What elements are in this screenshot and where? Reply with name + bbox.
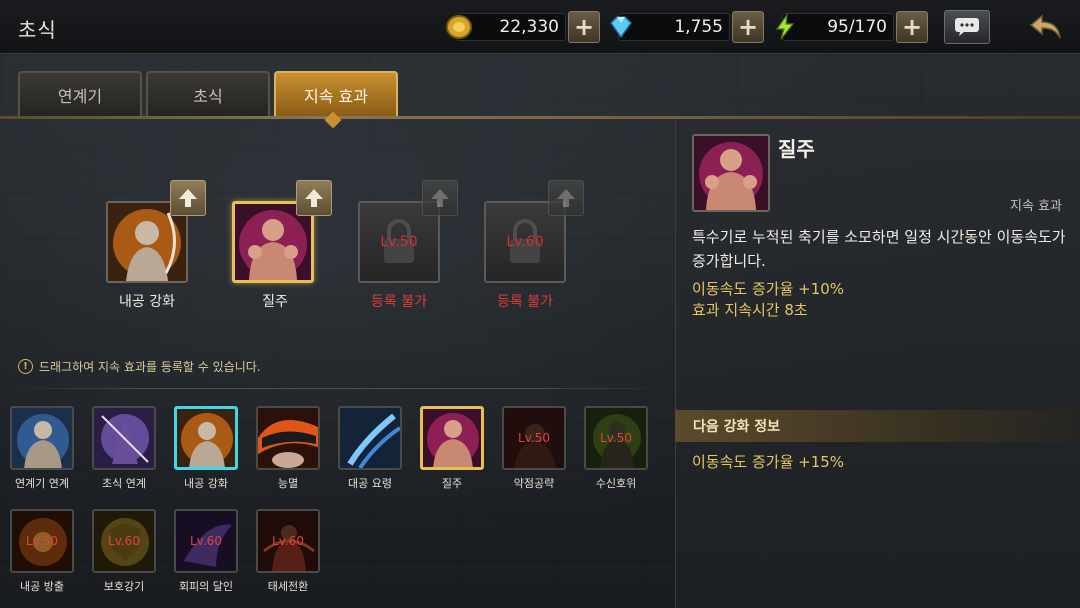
- blue-warrior-icon: [12, 408, 72, 468]
- gem-currency: 1,755 +: [610, 11, 764, 43]
- equipped-slot-2-label: 질주: [262, 294, 288, 310]
- top-bar: 초식 22,330 + 1,755 + 95/170 +: [0, 0, 1080, 54]
- detail-stat-duration: 효과 지속시간 8초: [692, 301, 808, 319]
- detail-skill-icon: [692, 134, 770, 212]
- tab-skills[interactable]: 초식: [146, 71, 270, 117]
- skill-inner-power[interactable]: [174, 406, 238, 470]
- add-stamina-button[interactable]: +: [896, 11, 928, 43]
- page-title: 초식: [18, 18, 57, 42]
- add-gem-button[interactable]: +: [732, 11, 764, 43]
- arrow-up-icon: [556, 187, 576, 209]
- stamina-currency: 95/170 +: [775, 11, 928, 43]
- back-button[interactable]: [1024, 10, 1068, 44]
- gold-currency: 22,330 +: [446, 11, 600, 43]
- chat-button[interactable]: [944, 10, 990, 44]
- skill-contempt[interactable]: [256, 406, 320, 470]
- purple-strike-icon: [94, 408, 154, 468]
- gold-coin-icon: [444, 12, 474, 42]
- skill-stance-switch-level: Lv.60: [272, 534, 304, 548]
- upgrade-slot-3-button: [422, 180, 458, 216]
- skill-power-release-level: Lv.50: [26, 534, 58, 548]
- skill-protective-aura-level: Lv.60: [108, 534, 140, 548]
- skill-power-release[interactable]: Lv.50: [10, 509, 74, 573]
- upgrade-slot-1-button[interactable]: [170, 180, 206, 216]
- chat-bubble-icon: [954, 17, 980, 37]
- skill-contempt-label: 능멸: [277, 477, 299, 490]
- skill-stance-switch-label: 태세전환: [267, 580, 309, 593]
- skill-sprint[interactable]: [420, 406, 484, 470]
- skill-stance-switch[interactable]: Lv.60: [256, 509, 320, 573]
- skill-evasion-master-level: Lv.60: [190, 534, 222, 548]
- next-upgrade-header: 다음 강화 정보: [675, 410, 1080, 442]
- arrow-up-icon: [178, 187, 198, 209]
- drag-hint: ! 드래그하여 지속 효과를 등록할 수 있습니다.: [18, 358, 261, 375]
- equipped-slot-1-label: 내공 강화: [119, 294, 175, 310]
- lightning-icon: [770, 12, 800, 42]
- detail-stat-speed: 이동속도 증가율 +10%: [692, 280, 845, 298]
- next-upgrade-stat: 이동속도 증가율 +15%: [692, 453, 845, 471]
- skill-evasion-master-label: 회피의 달인: [178, 580, 234, 593]
- detail-skill-type: 지속 효과: [1010, 199, 1062, 214]
- skill-guardian[interactable]: Lv.50: [584, 406, 648, 470]
- skill-guardian-level: Lv.50: [600, 431, 632, 445]
- flaming-warrior-icon: [177, 409, 235, 467]
- arrow-up-icon: [304, 187, 324, 209]
- skill-weak-point[interactable]: Lv.50: [502, 406, 566, 470]
- tab-passive-effects[interactable]: 지속 효과: [274, 71, 398, 117]
- back-arrow-icon: [1028, 13, 1064, 41]
- skill-sprint-label: 질주: [441, 477, 463, 490]
- equipped-slot-3-label: 등록 불가: [371, 294, 427, 310]
- skill-combo-link-label: 연계기 연계: [14, 477, 70, 490]
- skill-guardian-label: 수신호위: [595, 477, 637, 490]
- tab-divider: [0, 116, 1080, 119]
- skill-anti-air[interactable]: [338, 406, 402, 470]
- skill-anti-air-label: 대공 요령: [348, 477, 392, 490]
- skill-protective-aura[interactable]: Lv.60: [92, 509, 156, 573]
- skill-weak-point-label: 약점공략: [513, 477, 555, 490]
- blue-slash-icon: [340, 408, 400, 468]
- info-warning-icon: !: [18, 359, 33, 374]
- section-divider: [10, 388, 670, 389]
- skill-protective-aura-label: 보호강기: [103, 580, 145, 593]
- skill-technique-link-label: 초식 연계: [102, 477, 146, 490]
- pink-warrior-icon: [423, 409, 481, 467]
- detail-skill-name: 질주: [778, 137, 815, 161]
- fire-mask-icon: [258, 408, 318, 468]
- skill-technique-link[interactable]: [92, 406, 156, 470]
- tab-combo[interactable]: 연계기: [18, 71, 142, 117]
- upgrade-slot-2-button[interactable]: [296, 180, 332, 216]
- skill-weak-point-level: Lv.50: [518, 431, 550, 445]
- skill-combo-link[interactable]: [10, 406, 74, 470]
- equipped-slot-4-label: 등록 불가: [497, 294, 553, 310]
- skill-inner-power-label: 내공 강화: [184, 477, 228, 490]
- upgrade-slot-4-button: [548, 180, 584, 216]
- skill-evasion-master[interactable]: Lv.60: [174, 509, 238, 573]
- pink-warrior-icon: [694, 136, 768, 210]
- drag-hint-text: 드래그하여 지속 효과를 등록할 수 있습니다.: [39, 360, 261, 374]
- arrow-up-icon: [430, 187, 450, 209]
- add-gold-button[interactable]: +: [568, 11, 600, 43]
- diamond-icon: [606, 12, 636, 42]
- detail-description: 특수기로 누적된 축기를 소모하면 일정 시간동안 이동속도가 증가합니다.: [692, 228, 1066, 270]
- skill-power-release-label: 내공 방출: [20, 580, 64, 593]
